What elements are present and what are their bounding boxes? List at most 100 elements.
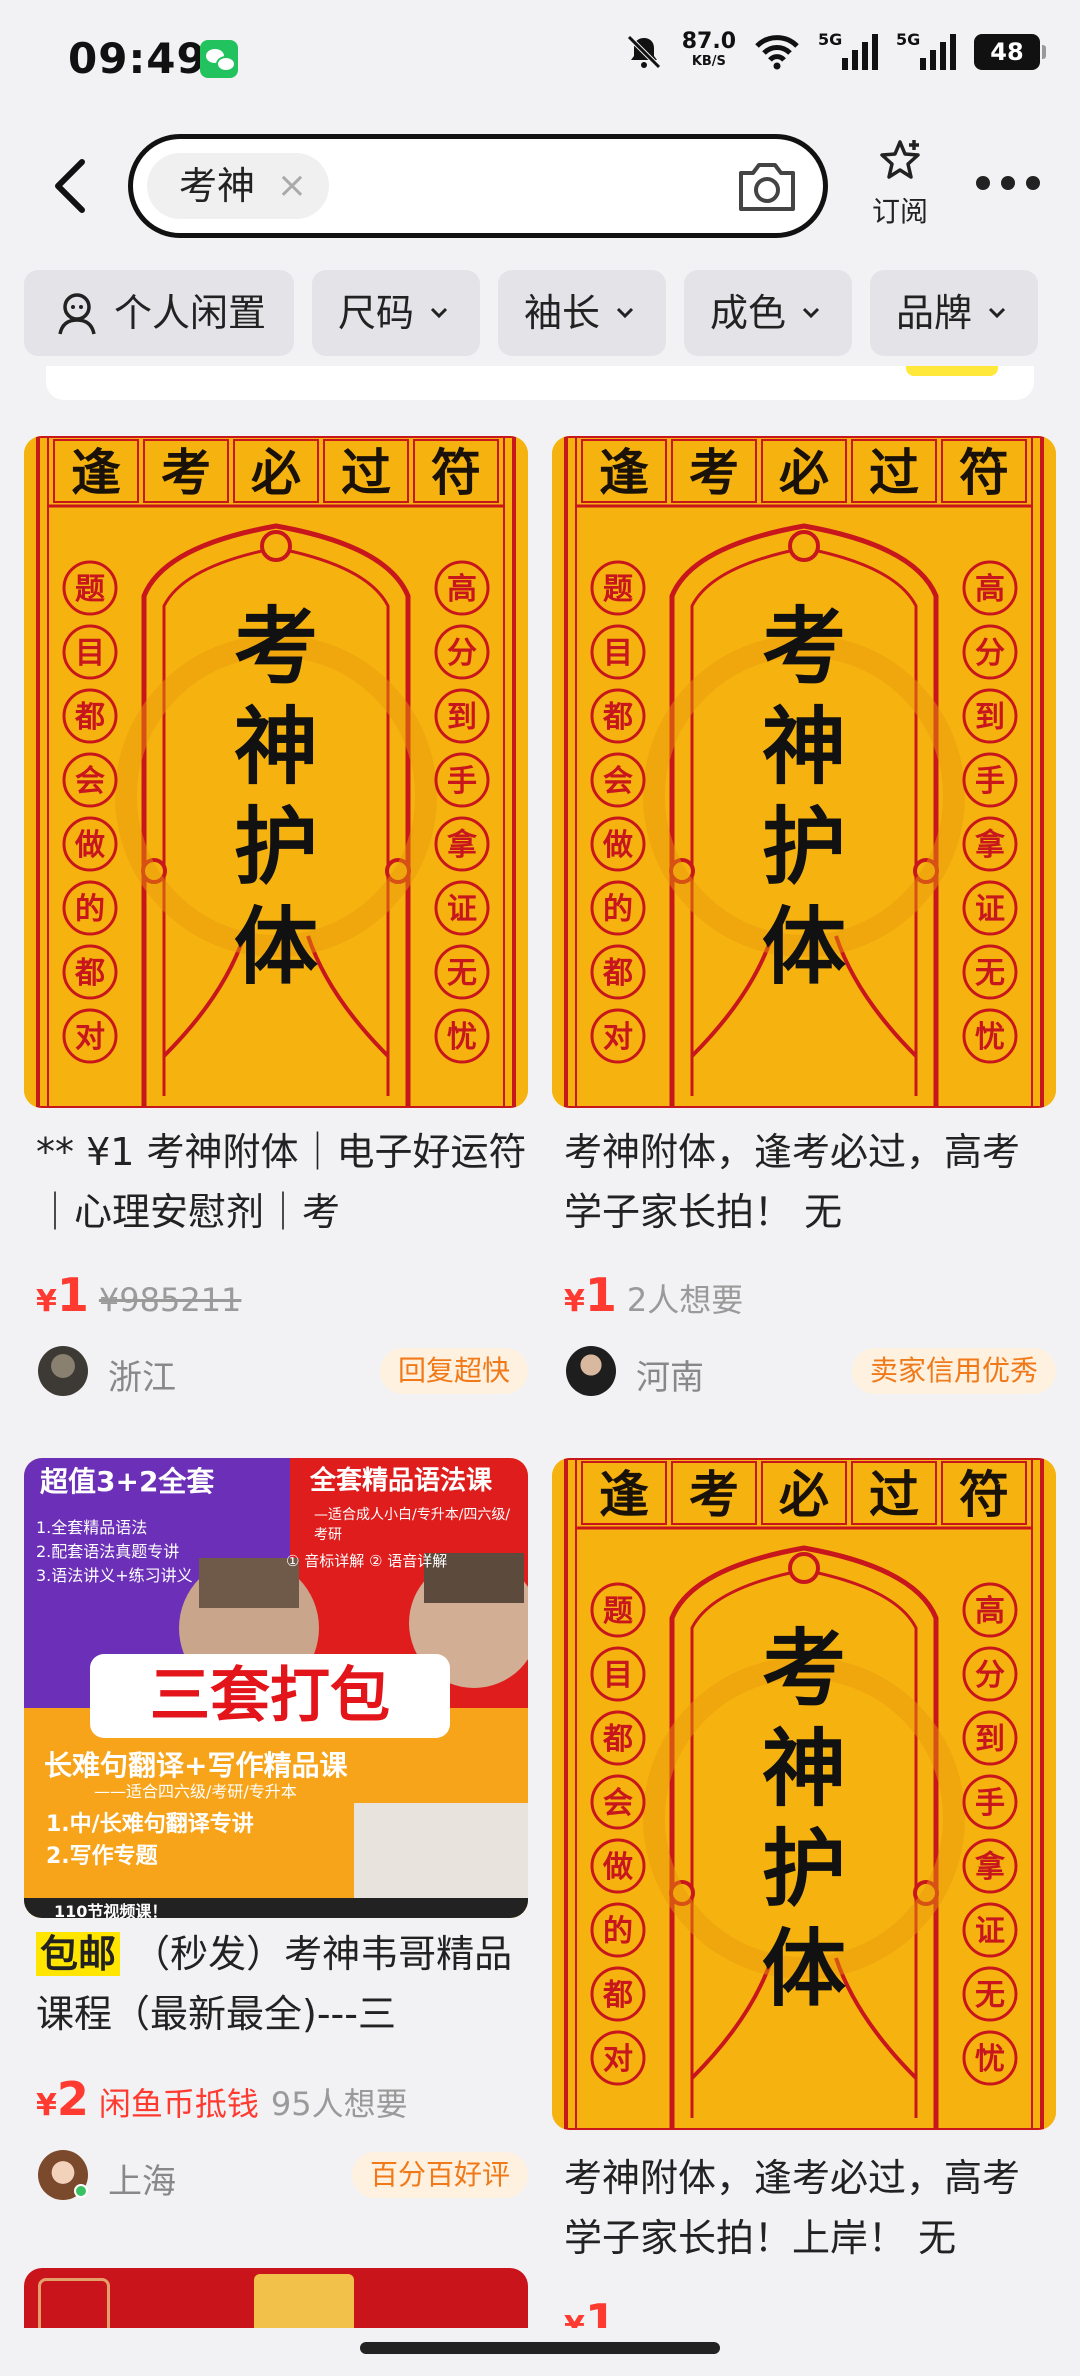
talisman-side-char: 无 (975, 1978, 1005, 2013)
talisman-center-char: 体 (762, 897, 846, 996)
price: 1 (584, 1268, 617, 1322)
talisman-center-char: 考 (234, 597, 318, 696)
avatar[interactable] (566, 1346, 616, 1396)
talisman-side-char: 做 (602, 828, 633, 863)
back-arrow-icon[interactable] (44, 156, 104, 216)
filter-size[interactable]: 尺码 (312, 270, 480, 356)
filter-personal-idle[interactable]: 个人闲置 (24, 270, 294, 356)
avatar[interactable] (38, 1346, 88, 1396)
product-card[interactable]: 逢考必过符 考神护体 题目都会做的都对 高分到手拿证无忧 考神附体，逢考必过，高… (552, 436, 1056, 1398)
product-title: 包邮 （秒发）考神韦哥精品课程（最新最全)---三 (36, 1932, 513, 2036)
free-shipping-tag: 包邮 (36, 1932, 121, 1976)
more-options-icon[interactable] (976, 176, 1040, 196)
talisman-title-char: 符 (431, 443, 481, 502)
product-image[interactable]: 逢考必过符 考神护体 题目都会做的都对 高分到手拿证无忧 (24, 436, 528, 1108)
talisman-side-char: 目 (75, 636, 105, 671)
talisman-title-char: 过 (869, 443, 919, 502)
talisman-side-char: 都 (74, 956, 105, 991)
status-badge: 回复超快 (379, 1348, 528, 1394)
course-item: 1.中/长难句翻译专讲 (46, 1812, 254, 1837)
talisman-side-char: 忧 (975, 2042, 1005, 2077)
product-image[interactable]: 逢考必过符 考神护体 题目都会做的都对 高分到手拿证无忧 (552, 1458, 1056, 2130)
seller-row[interactable]: 浙江 回复超快 (38, 1344, 528, 1400)
talisman-title-char: 符 (959, 1465, 1009, 1524)
price-row: ¥ 1 ¥985211 (36, 1268, 241, 1322)
course-bottom: 110节视频课！ (54, 1902, 168, 1918)
talisman-side-char: 会 (75, 764, 105, 799)
chevron-down-icon (802, 307, 820, 319)
camera-icon[interactable] (735, 157, 799, 215)
coin-discount: 闲鱼币抵钱 (98, 2085, 259, 2123)
talisman-title-char: 考 (161, 443, 211, 502)
talisman-title-char: 符 (959, 443, 1009, 502)
talisman-side-char: 到 (447, 700, 477, 735)
previous-card-remnant (46, 366, 1034, 400)
talisman-side-char: 高 (975, 1594, 1005, 1629)
filter-condition[interactable]: 成色 (684, 270, 852, 356)
filter-label: 品牌 (896, 291, 973, 335)
search-keyword-chip[interactable]: 考神 × (147, 153, 330, 219)
talisman-side-char: 无 (447, 956, 477, 991)
talisman-side-char: 都 (602, 1722, 633, 1757)
want-count: 95人想要 (270, 2085, 408, 2123)
talisman-side-char: 做 (74, 828, 105, 863)
signal-5g-icon: 5G (818, 30, 878, 70)
talisman-side-char: 对 (603, 1020, 633, 1055)
course-tag: 全套精品语法课 (310, 1466, 493, 1496)
original-price: ¥985211 (98, 1281, 242, 1319)
seller-row[interactable]: 上海 百分百好评 (38, 2148, 528, 2204)
product-card[interactable]: 超值3+2全套 全套精品语法课 1.全套精品语法 2.配套语法真题专讲 3.语法… (24, 1458, 528, 2202)
seller-row[interactable]: 河南 卖家信用优秀 (566, 1344, 1056, 1400)
filter-label: 成色 (710, 291, 787, 335)
talisman-side-char: 到 (975, 700, 1005, 735)
home-indicator[interactable] (360, 2342, 720, 2354)
filter-label: 个人闲置 (114, 291, 267, 335)
talisman-side-char: 都 (74, 700, 105, 735)
price-row: ¥ 1 2人想要 (564, 1268, 743, 1322)
talisman-side-char: 手 (975, 1786, 1005, 1821)
price: 2 (56, 2072, 89, 2126)
talisman-side-char: 拿 (975, 1850, 1005, 1885)
search-header: 考神 × 订阅 (0, 120, 1080, 252)
talisman-side-char: 的 (603, 892, 633, 927)
product-card[interactable]: 逢考必过符 考神护体 题目都会做的都对 高分到手拿证无忧 考神附体，逢考必过，高… (552, 1458, 1056, 2348)
talisman-center-char: 神 (762, 697, 846, 796)
talisman-center-char: 体 (234, 897, 318, 996)
chevron-down-icon (430, 307, 448, 319)
talisman-side-char: 题 (75, 572, 105, 607)
product-card[interactable]: 逢考必过符 考神护体 题目都会做的都对 高分到手拿证无忧 ** ¥1 考神附体｜… (24, 436, 528, 1398)
product-image[interactable]: 逢考必过符 考神护体 题目都会做的都对 高分到手拿证无忧 (552, 436, 1056, 1108)
chevron-down-icon (988, 307, 1006, 319)
seller-location: 河南 (636, 1358, 704, 1398)
talisman-title-char: 逢 (71, 443, 121, 502)
filter-sleeve[interactable]: 袖长 (498, 270, 666, 356)
course-list: 1.全套精品语法 2.配套语法真题专讲 3.语法讲义+练习讲义 (36, 1518, 193, 1585)
talisman-side-char: 都 (602, 700, 633, 735)
talisman-title-char: 考 (689, 443, 739, 502)
chevron-down-icon (616, 307, 634, 319)
search-input[interactable]: 考神 × (128, 134, 828, 238)
filter-brand[interactable]: 品牌 (870, 270, 1038, 356)
talisman-side-char: 的 (603, 1914, 633, 1949)
currency-symbol: ¥ (36, 1284, 57, 1319)
talisman-side-char: 到 (975, 1722, 1005, 1757)
talisman-side-char: 分 (975, 636, 1005, 671)
subscribe-button[interactable]: 订阅 (866, 138, 934, 230)
signal-5g-icon: 5G (896, 30, 956, 70)
product-image[interactable]: 超值3+2全套 全套精品语法课 1.全套精品语法 2.配套语法真题专讲 3.语法… (24, 1458, 528, 1918)
talisman-center-char: 神 (762, 1719, 846, 1818)
talisman-side-char: 对 (75, 1020, 105, 1055)
talisman-side-char: 会 (603, 764, 633, 799)
talisman-center-char: 护 (234, 797, 318, 896)
talisman-side-char: 手 (975, 764, 1005, 799)
logo-mark (38, 2278, 110, 2328)
talisman-side-char: 题 (603, 1594, 633, 1629)
online-dot (74, 2184, 88, 2198)
wechat-notification-icon (200, 40, 238, 78)
battery-icon: 48 (974, 34, 1046, 70)
close-icon[interactable]: × (273, 167, 311, 205)
talisman-side-char: 分 (975, 1658, 1005, 1693)
talisman-side-char: 证 (975, 1914, 1005, 1949)
product-card[interactable] (24, 2268, 528, 2328)
talisman-title-char: 过 (341, 443, 391, 502)
